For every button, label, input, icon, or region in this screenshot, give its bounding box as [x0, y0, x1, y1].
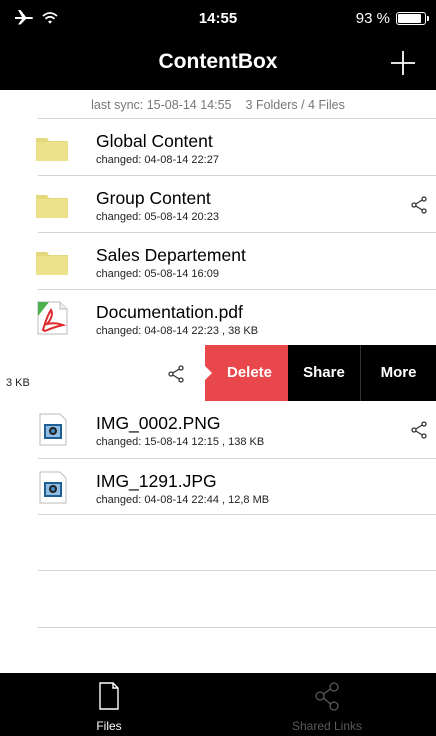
- item-name: IMG_1291.JPG: [96, 471, 217, 491]
- divider: [38, 627, 436, 628]
- item-meta: changed: 04-08-14 22:27: [96, 154, 219, 166]
- file-icon: [99, 682, 119, 710]
- item-name: Documentation.pdf: [96, 302, 243, 322]
- item-name: Sales Departement: [96, 245, 246, 265]
- battery-icon: [396, 12, 429, 25]
- tab-label: Shared Links: [291, 719, 363, 733]
- folder-icon: [36, 195, 68, 218]
- divider: [38, 570, 436, 571]
- tab-files[interactable]: Files: [0, 673, 218, 736]
- sync-info: last sync: 15-08-14 14:55 3 Folders / 4 F…: [0, 90, 436, 118]
- battery-fill: [398, 14, 422, 23]
- item-meta-partial: 3 KB: [6, 377, 30, 389]
- nav-bar: ContentBox: [0, 40, 436, 90]
- tab-shared-links[interactable]: Shared Links: [218, 673, 436, 736]
- file-list-bottom: IMG_0002.PNG changed: 15-08-14 12:15 , 1…: [0, 401, 436, 515]
- share-icon[interactable]: [410, 196, 428, 214]
- item-meta: changed: 15-08-14 12:15 , 138 KB: [96, 436, 265, 448]
- item-summary: 3 Folders / 4 Files: [245, 98, 345, 112]
- delete-label: Delete: [227, 364, 273, 381]
- folder-icon: [36, 138, 68, 161]
- list-item[interactable]: Group Content changed: 05-08-14 20:23: [36, 175, 436, 232]
- status-bar: 14:55 93 %: [0, 0, 436, 40]
- share-icon[interactable]: [410, 421, 428, 439]
- item-name: IMG_0002.PNG: [96, 413, 221, 433]
- list-item[interactable]: Documentation.pdf changed: 04-08-14 22:2…: [37, 289, 436, 346]
- notch-arrow: [204, 365, 212, 381]
- item-name: Group Content: [96, 188, 211, 208]
- file-list-top: Global Content changed: 04-08-14 22:27 G…: [0, 118, 436, 346]
- delete-button[interactable]: Delete: [204, 345, 288, 401]
- image-file-icon: [39, 413, 67, 446]
- tab-bar: Files Shared Links: [0, 673, 436, 736]
- page-title: ContentBox: [158, 50, 278, 73]
- list-item[interactable]: Sales Departement changed: 05-08-14 16:0…: [36, 232, 436, 289]
- item-meta: changed: 04-08-14 22:44 , 12,8 MB: [96, 494, 270, 506]
- last-sync-text: last sync: 15-08-14 14:55: [91, 98, 232, 112]
- list-item[interactable]: Global Content changed: 04-08-14 22:27: [36, 118, 436, 175]
- folder-icon: [36, 252, 68, 275]
- item-name: Global Content: [96, 131, 213, 151]
- more-button[interactable]: More: [360, 345, 436, 401]
- battery-percent: 93 %: [355, 10, 390, 27]
- share-icon[interactable]: [167, 365, 185, 383]
- image-file-icon: [39, 471, 67, 504]
- pdf-file-icon: [37, 301, 68, 335]
- swiped-row[interactable]: 3 KB Delete Share More: [0, 345, 436, 401]
- status-right: 93 %: [355, 10, 429, 27]
- list-item[interactable]: IMG_0002.PNG changed: 15-08-14 12:15 , 1…: [38, 401, 436, 458]
- list-item[interactable]: IMG_1291.JPG changed: 04-08-14 22:44 , 1…: [38, 458, 436, 515]
- item-meta: changed: 05-08-14 16:09: [96, 268, 219, 280]
- tab-label: Files: [96, 719, 122, 733]
- item-meta: changed: 04-08-14 22:23 , 38 KB: [96, 325, 259, 337]
- divider: [38, 514, 436, 515]
- share-icon: [315, 682, 339, 711]
- plus-icon[interactable]: [386, 46, 420, 80]
- share-button[interactable]: Share: [288, 345, 360, 401]
- item-meta: changed: 05-08-14 20:23: [96, 211, 219, 223]
